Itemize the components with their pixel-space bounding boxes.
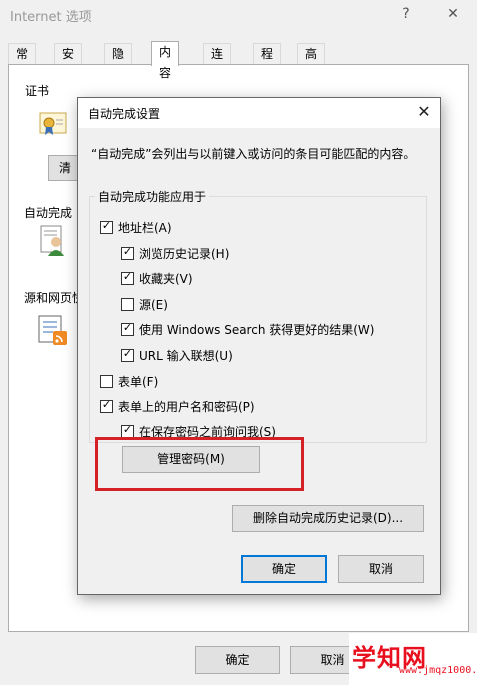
- delete-history-button[interactable]: 删除自动完成历史记录(D)...: [232, 505, 424, 532]
- checkbox-box[interactable]: ✓: [121, 321, 134, 336]
- url-suggestions-checkbox[interactable]: ✓ URL 输入联想(U): [121, 347, 233, 364]
- address-bar-checkbox[interactable]: ✓ 地址栏(A): [100, 219, 172, 236]
- checkbox-box[interactable]: ✓: [121, 347, 134, 362]
- check-mark-icon: ✓: [122, 423, 133, 436]
- feeds-checkbox[interactable]: 源(E): [121, 297, 168, 313]
- check-mark-icon: ✓: [101, 219, 112, 232]
- checkbox-box[interactable]: [121, 298, 134, 311]
- tab-advanced[interactable]: 高级: [297, 43, 326, 82]
- watermark-url: www.jmqz1000.com: [399, 665, 477, 676]
- window-close-button[interactable]: ✕: [443, 4, 463, 24]
- windows-search-checkbox[interactable]: ✓ 使用 Windows Search 获得更好的结果(W): [121, 321, 375, 338]
- checkbox-box[interactable]: ✓: [100, 398, 113, 413]
- check-mark-icon: ✓: [122, 347, 133, 360]
- feeds-label: 源和网页快: [24, 291, 85, 305]
- dialog-ok-button[interactable]: 确定: [241, 555, 327, 583]
- autocomplete-label: 自动完成: [24, 206, 73, 220]
- tab-privacy[interactable]: 隐私: [104, 43, 133, 82]
- help-button[interactable]: ?: [396, 4, 416, 24]
- favorites-checkbox[interactable]: ✓ 收藏夹(V): [121, 270, 193, 287]
- tab-programs[interactable]: 程序: [253, 43, 282, 82]
- option-label: 表单上的用户名和密码(P): [118, 400, 255, 414]
- option-label: URL 输入联想(U): [139, 349, 233, 363]
- forms-checkbox[interactable]: 表单(F): [100, 374, 158, 390]
- tab-content[interactable]: 内容: [151, 41, 180, 80]
- checkbox-box[interactable]: ✓: [121, 270, 134, 285]
- check-mark-icon: ✓: [122, 270, 133, 283]
- checkbox-box[interactable]: ✓: [100, 219, 113, 234]
- option-label: 地址栏(A): [118, 221, 172, 235]
- window-title: Internet 选项: [10, 10, 92, 25]
- option-label: 使用 Windows Search 获得更好的结果(W): [139, 323, 375, 337]
- usernames-passwords-checkbox[interactable]: ✓ 表单上的用户名和密码(P): [100, 398, 255, 415]
- check-mark-icon: ✓: [122, 245, 133, 258]
- group-title: 自动完成功能应用于: [95, 188, 210, 205]
- dialog-cancel-button[interactable]: 取消: [338, 555, 424, 583]
- tab-general[interactable]: 常规: [8, 43, 37, 82]
- option-label: 收藏夹(V): [139, 272, 193, 286]
- checkbox-box[interactable]: ✓: [121, 245, 134, 260]
- feeds-icon: [37, 313, 69, 345]
- checkbox-box[interactable]: [100, 375, 113, 388]
- dialog-close-button[interactable]: ✕: [412, 100, 436, 124]
- option-label: 表单(F): [118, 375, 159, 389]
- check-mark-icon: ✓: [101, 398, 112, 411]
- dialog-description: “自动完成”会列出与以前键入或访问的条目可能匹配的内容。: [91, 147, 416, 161]
- option-label: 浏览历史记录(H): [139, 247, 230, 261]
- tab-security[interactable]: 安全: [54, 43, 83, 82]
- browsing-history-checkbox[interactable]: ✓ 浏览历史记录(H): [121, 245, 230, 262]
- check-mark-icon: ✓: [122, 321, 133, 334]
- tab-connections[interactable]: 连接: [203, 43, 232, 82]
- autocomplete-user-icon: [38, 224, 70, 256]
- dialog-title: 自动完成设置: [88, 107, 161, 121]
- autocomplete-settings-dialog: 自动完成设置 ✕ “自动完成”会列出与以前键入或访问的条目可能匹配的内容。 自动…: [77, 97, 441, 595]
- certificate-icon: [37, 108, 69, 140]
- certificates-label: 证书: [25, 84, 50, 98]
- option-label: 源(E): [139, 298, 168, 312]
- outer-ok-button[interactable]: 确定: [195, 646, 280, 674]
- highlight-annotation: [95, 437, 304, 491]
